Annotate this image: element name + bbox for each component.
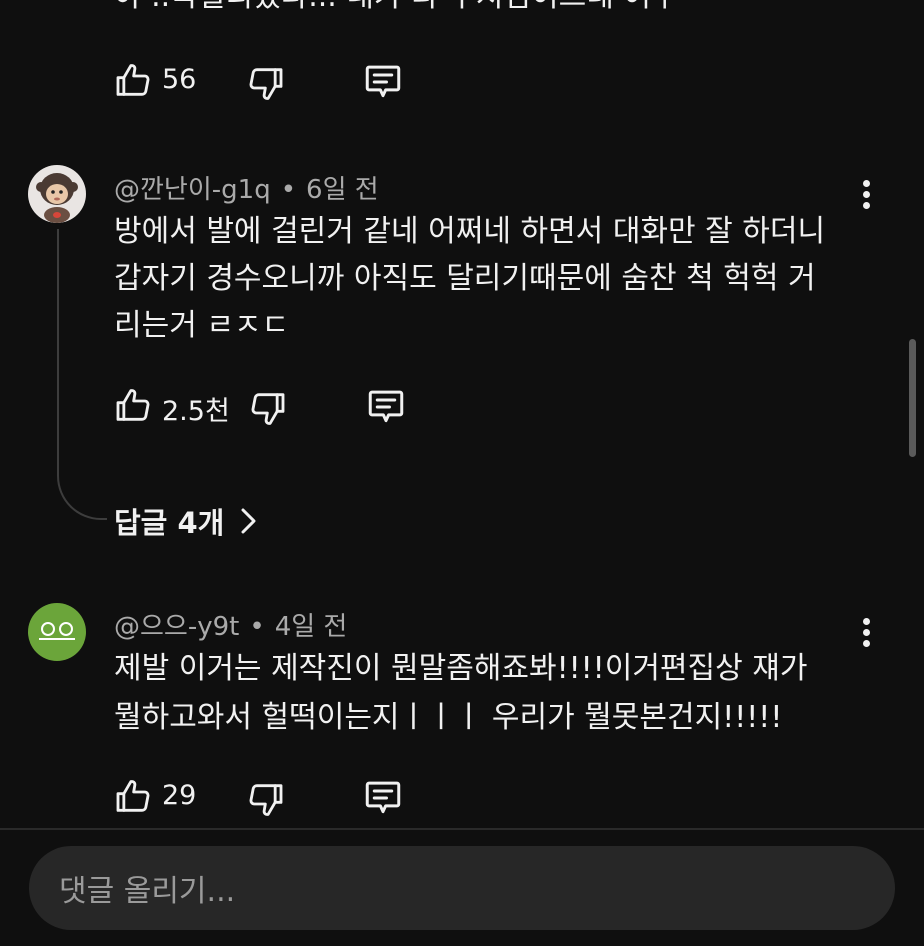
avatar-initials <box>39 622 75 640</box>
comment-input[interactable]: 댓글 올리기... <box>29 846 895 930</box>
view-replies-button[interactable]: 답글 4개 <box>114 500 258 542</box>
comment-text-line: 뭘하고와서 헐떡이는지ㅣㅣㅣ 우리가 뭘못본건지!!!!! <box>114 700 783 735</box>
like-button[interactable] <box>113 777 153 817</box>
avatar[interactable] <box>28 603 86 661</box>
dislike-button[interactable] <box>248 388 288 428</box>
thumbs-up-icon <box>116 64 150 96</box>
comment-meta: @깐난이-g1q • 6일 전 <box>114 175 379 205</box>
thumbs-up-icon <box>116 389 150 421</box>
like-button[interactable] <box>113 386 153 426</box>
more-options-button[interactable] <box>862 180 870 209</box>
comment-icon <box>365 781 401 814</box>
comment-meta: @으으-y9t • 4일 전 <box>114 612 348 642</box>
more-options-button[interactable] <box>862 618 870 647</box>
comment-input-placeholder: 댓글 올리기... <box>59 874 236 909</box>
dislike-button[interactable] <box>246 779 286 819</box>
divider <box>0 828 924 830</box>
dislike-button[interactable] <box>246 63 286 103</box>
replies-label: 답글 4개 <box>114 506 225 540</box>
comment-text-line: 제발 이거는 제작진이 뭔말좀해죠봐!!!!이거편집상 쟤가 <box>114 651 808 686</box>
like-count: 29 <box>162 780 197 811</box>
reply-button[interactable] <box>365 386 407 428</box>
avatar[interactable] <box>28 165 86 223</box>
like-count: 2.5천 <box>162 396 230 427</box>
like-button[interactable] <box>113 61 153 101</box>
comment-icon <box>368 390 404 423</box>
comment-text-line: 리는거 ㄹㅈㄷ <box>114 308 290 343</box>
thumbs-down-icon <box>251 393 285 425</box>
comment-author[interactable]: @깐난이-g1q <box>114 175 271 205</box>
comment-icon <box>365 65 401 98</box>
thumbs-down-icon <box>249 784 283 816</box>
monkey-doll-avatar-icon <box>28 165 86 223</box>
reply-button[interactable] <box>362 61 404 103</box>
thumbs-down-icon <box>249 68 283 100</box>
comment-author[interactable]: @으으-y9t <box>114 612 239 642</box>
comment-text-line: 방에서 발에 걸린거 같네 어쩌네 하면서 대화만 잘 하더니 <box>114 214 826 249</box>
comment-time: 4일 전 <box>274 612 348 642</box>
more-vertical-icon <box>862 618 870 647</box>
reply-thread-line <box>57 229 107 520</box>
comment-text: 아 ..꼭빌리겠다... 내가 다 우지심이드네 어우 <box>114 0 679 20</box>
reply-button[interactable] <box>362 777 404 819</box>
more-vertical-icon <box>862 180 870 209</box>
chevron-right-icon <box>241 508 256 534</box>
scrollbar-thumb[interactable] <box>909 339 916 457</box>
like-count: 56 <box>162 64 197 95</box>
comment-time: 6일 전 <box>306 175 379 205</box>
comment-text-line: 갑자기 경수오니까 아직도 달리기때문에 숨찬 척 헉헉 거 <box>114 261 816 296</box>
thumbs-up-icon <box>116 780 150 812</box>
